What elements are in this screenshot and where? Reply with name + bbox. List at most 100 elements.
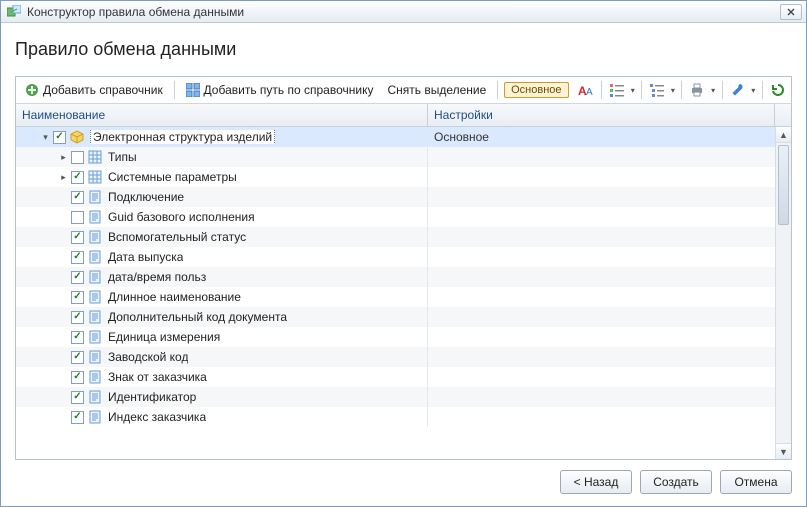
scroll-up-arrow[interactable]: ▲	[776, 127, 791, 143]
expander-placeholder	[58, 372, 69, 383]
tree-row[interactable]: ▾ Электронная структура изделий Основное	[16, 127, 775, 147]
grid-header: Наименование Настройки	[16, 104, 791, 127]
chevron-down-icon[interactable]: ▾	[751, 80, 756, 100]
wrench-icon[interactable]	[728, 80, 746, 100]
checkbox[interactable]	[71, 391, 84, 404]
col-header-name[interactable]: Наименование	[16, 104, 428, 126]
checkbox[interactable]	[71, 351, 84, 364]
checkbox[interactable]	[71, 291, 84, 304]
tree-row-label: Типы	[106, 150, 137, 164]
tree-row[interactable]: Дополнительный код документа	[16, 307, 775, 327]
tree-row[interactable]: Guid базового исполнения	[16, 207, 775, 227]
tree-row-label: Длинное наименование	[106, 290, 241, 304]
chevron-down-icon[interactable]: ▾	[670, 80, 675, 100]
doc-icon	[88, 250, 102, 264]
tree-row-label: Вспомогательный статус	[106, 230, 246, 244]
list-tree-icon[interactable]	[648, 80, 666, 100]
doc-icon	[88, 310, 102, 324]
tree-row-name-cell: Длинное наименование	[16, 287, 428, 307]
expand-icon[interactable]: ▸	[58, 172, 69, 183]
doc-icon	[88, 270, 102, 284]
tree-row-name-cell: дата/время польз	[16, 267, 428, 287]
separator	[601, 81, 602, 99]
checkbox[interactable]	[53, 131, 66, 144]
checkbox[interactable]	[71, 331, 84, 344]
expander-placeholder	[58, 212, 69, 223]
tree-row[interactable]: дата/время польз	[16, 267, 775, 287]
window: Конструктор правила обмена данными Прави…	[0, 0, 807, 507]
create-button[interactable]: Создать	[640, 470, 712, 494]
doc-icon	[88, 330, 102, 344]
tree-row[interactable]: Заводской код	[16, 347, 775, 367]
tree-row[interactable]: Подключение	[16, 187, 775, 207]
tree-row[interactable]: Индекс заказчика	[16, 407, 775, 427]
scroll-down-arrow[interactable]: ▼	[776, 443, 791, 459]
chevron-down-icon[interactable]: ▾	[711, 80, 716, 100]
checkbox[interactable]	[71, 151, 84, 164]
add-reference-button[interactable]: Добавить справочник	[20, 80, 168, 100]
deselect-button[interactable]: Снять выделение	[382, 80, 491, 100]
expander-placeholder	[58, 232, 69, 243]
tree-row-label: Индекс заказчика	[106, 410, 206, 424]
list-multicolor-icon[interactable]	[608, 80, 626, 100]
tree-row-label: Дата выпуска	[106, 250, 183, 264]
chevron-down-icon[interactable]: ▾	[630, 80, 635, 100]
cancel-label: Отмена	[734, 475, 777, 489]
tree-row-name-cell: Guid базового исполнения	[16, 207, 428, 227]
collapse-icon[interactable]: ▾	[40, 132, 51, 143]
scroll-track[interactable]	[776, 143, 791, 443]
separator	[681, 81, 682, 99]
tree-row-label: Guid базового исполнения	[106, 210, 255, 224]
doc-icon	[88, 390, 102, 404]
tree-row[interactable]: Знак от заказчика	[16, 367, 775, 387]
checkbox[interactable]	[71, 411, 84, 424]
add-path-label: Добавить путь по справочнику	[204, 83, 374, 97]
tree-row[interactable]: Дата выпуска	[16, 247, 775, 267]
tree-row[interactable]: Вспомогательный статус	[16, 227, 775, 247]
toolbar: Добавить справочник Добавить путь по спр…	[16, 77, 791, 104]
checkbox[interactable]	[71, 371, 84, 384]
tree-row[interactable]: ▸Системные параметры	[16, 167, 775, 187]
back-button[interactable]: < Назад	[560, 470, 632, 494]
doc-icon	[88, 410, 102, 424]
col-header-settings[interactable]: Настройки	[428, 104, 775, 126]
cancel-button[interactable]: Отмена	[720, 470, 792, 494]
refresh-icon[interactable]	[769, 80, 787, 100]
app-icon	[7, 5, 21, 19]
tree-row[interactable]: ▸ Типы	[16, 147, 775, 167]
tree-row[interactable]: Идентификатор	[16, 387, 775, 407]
tree-row-label: Электронная структура изделий	[88, 130, 275, 144]
tree-row-label: Дополнительный код документа	[106, 310, 287, 324]
tree-row-name-cell: Дополнительный код документа	[16, 307, 428, 327]
doc-icon	[88, 230, 102, 244]
checkbox[interactable]	[71, 231, 84, 244]
print-icon[interactable]	[688, 80, 706, 100]
expand-icon[interactable]: ▸	[58, 152, 69, 163]
checkbox[interactable]	[71, 171, 84, 184]
expander-placeholder	[58, 332, 69, 343]
doc-icon	[88, 350, 102, 364]
checkbox[interactable]	[71, 311, 84, 324]
expander-placeholder	[58, 412, 69, 423]
tree-row-name-cell: Индекс заказчика	[16, 407, 428, 427]
checkbox[interactable]	[71, 251, 84, 264]
main-badge[interactable]: Основное	[504, 82, 568, 98]
close-button[interactable]	[780, 4, 802, 20]
checkbox[interactable]	[71, 191, 84, 204]
checkbox[interactable]	[71, 211, 84, 224]
tree-row-settings-cell: Основное	[428, 130, 775, 144]
scroll-thumb[interactable]	[778, 145, 789, 225]
doc-icon	[88, 370, 102, 384]
tree-row[interactable]: Длинное наименование	[16, 287, 775, 307]
doc-icon	[88, 210, 102, 224]
tree-row[interactable]: Единица измерения	[16, 327, 775, 347]
tree-row-label: Подключение	[106, 190, 184, 204]
vertical-scrollbar[interactable]: ▲ ▼	[775, 127, 791, 459]
create-label: Создать	[653, 475, 699, 489]
footer: < Назад Создать Отмена	[15, 460, 792, 496]
tree-row-name-cell: Единица измерения	[16, 327, 428, 347]
add-path-button[interactable]: Добавить путь по справочнику	[181, 80, 379, 100]
font-icon[interactable]: AA	[577, 80, 595, 100]
cube-icon	[70, 130, 84, 144]
checkbox[interactable]	[71, 271, 84, 284]
